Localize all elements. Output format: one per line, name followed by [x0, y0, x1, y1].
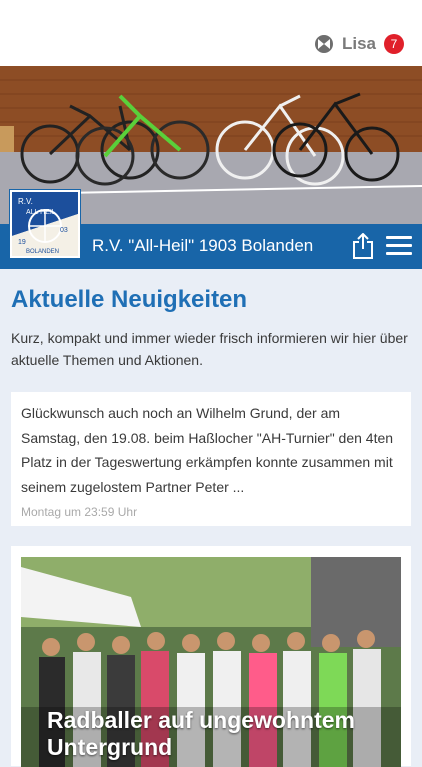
news-card[interactable]: Glückwunsch auch noch an Wilhelm Grund, …	[11, 392, 411, 526]
notification-badge[interactable]: 7	[384, 34, 404, 54]
section-title: Aktuelle Neuigkeiten	[11, 286, 248, 313]
svg-text:R.V.: R.V.	[18, 197, 33, 206]
team-photo: Radballer auf ungewohntem Untergrund	[21, 557, 401, 767]
svg-text:03: 03	[60, 227, 68, 234]
top-bar: Lisa 7	[0, 0, 422, 66]
share-icon[interactable]	[352, 233, 374, 259]
svg-text:BOLANDEN: BOLANDEN	[26, 249, 59, 255]
svg-text:19: 19	[18, 239, 26, 246]
user-avatar-icon	[314, 35, 333, 53]
news-card-photo[interactable]: Radballer auf ungewohntem Untergrund	[11, 546, 411, 767]
hamburger-menu-icon[interactable]	[386, 236, 412, 256]
user-account[interactable]: Lisa 7	[314, 32, 404, 56]
news-timestamp: Montag um 23:59 Uhr	[21, 505, 138, 519]
svg-text:ALL HEIL: ALL HEIL	[26, 209, 56, 216]
club-logo: R.V. ALL HEIL 19 03 BOLANDEN	[10, 190, 80, 258]
user-name: Lisa	[341, 34, 376, 53]
news-text: Glückwunsch auch noch an Wilhelm Grund, …	[21, 405, 394, 495]
news-photo-title: Radballer auf ungewohntem Untergrund	[47, 707, 355, 760]
club-name: R.V. "All-Heil" 1903 Bolanden	[92, 236, 314, 255]
section-intro: Kurz, kompakt und immer wieder frisch in…	[11, 330, 408, 368]
